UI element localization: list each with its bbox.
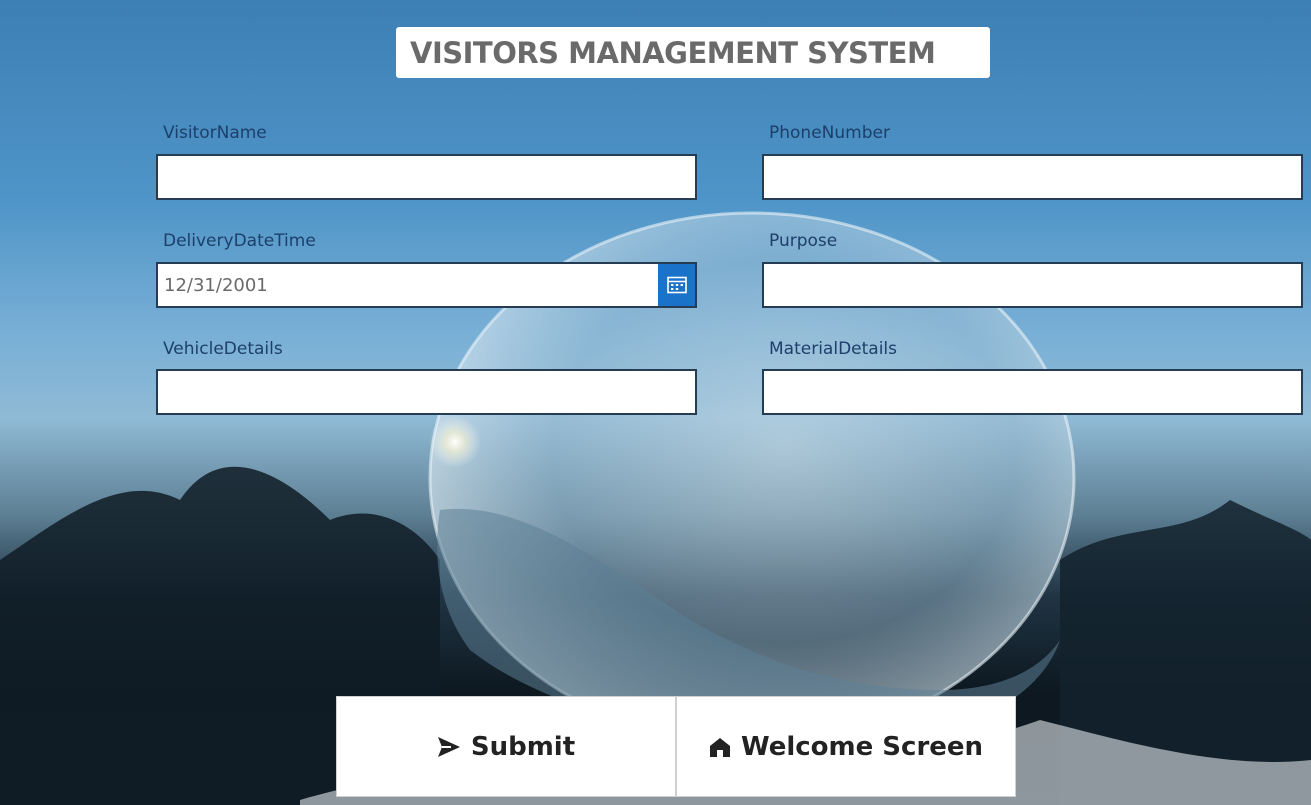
phone-number-label: PhoneNumber xyxy=(769,123,890,143)
visitor-name-input[interactable] xyxy=(156,154,697,200)
title-banner: VISITORS MANAGEMENT SYSTEM xyxy=(396,27,990,78)
calendar-icon xyxy=(666,276,687,294)
material-details-label: MaterialDetails xyxy=(769,339,897,359)
material-details-input[interactable] xyxy=(762,369,1303,415)
send-arrow-icon xyxy=(437,736,461,758)
visitor-name-label: VisitorName xyxy=(163,123,267,143)
delivery-date-time-label: DeliveryDateTime xyxy=(163,231,316,251)
welcome-screen-button[interactable]: Welcome Screen xyxy=(676,696,1016,797)
phone-number-input[interactable] xyxy=(762,154,1303,200)
purpose-label: Purpose xyxy=(769,231,838,251)
vehicle-details-label: VehicleDetails xyxy=(163,339,283,359)
home-icon xyxy=(709,736,731,758)
delivery-date-picker xyxy=(156,262,697,308)
purpose-input[interactable] xyxy=(762,262,1303,308)
calendar-button[interactable] xyxy=(658,264,695,306)
welcome-screen-button-label: Welcome Screen xyxy=(740,731,984,762)
submit-button[interactable]: Submit xyxy=(336,696,676,797)
submit-button-label: Submit xyxy=(470,731,576,762)
vehicle-details-input[interactable] xyxy=(156,369,697,415)
page-title: VISITORS MANAGEMENT SYSTEM xyxy=(410,35,936,70)
delivery-date-input[interactable] xyxy=(158,264,658,306)
